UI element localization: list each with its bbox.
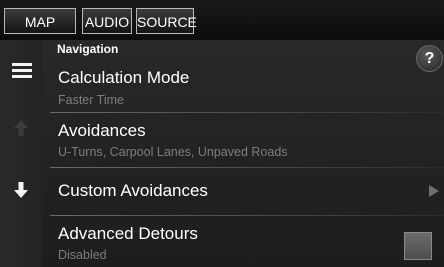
arrow-down-icon[interactable] — [11, 180, 31, 200]
menu-icon[interactable] — [12, 63, 32, 79]
arrow-up-icon — [14, 120, 28, 136]
chevron-right-icon — [429, 185, 439, 197]
section-title: Navigation — [57, 42, 119, 56]
item-value: Disabled — [58, 248, 107, 262]
list-item-avoidances[interactable]: Avoidances U-Turns, Carpool Lanes, Unpav… — [50, 113, 444, 167]
item-value: Faster Time — [58, 93, 124, 107]
item-label: Avoidances — [58, 121, 146, 140]
navigation-settings-screen: MAP AUDIO SOURCE Navigation ? Calculatio… — [0, 0, 444, 267]
top-tab-bar: MAP AUDIO SOURCE — [0, 0, 444, 40]
tab-map[interactable]: MAP — [4, 8, 76, 34]
tab-audio[interactable]: AUDIO — [82, 8, 132, 34]
item-label: Advanced Detours — [58, 224, 198, 243]
list-item-custom-avoidances[interactable]: Custom Avoidances — [50, 168, 444, 215]
list-item-advanced-detours[interactable]: Advanced Detours Disabled — [50, 216, 444, 267]
tab-source[interactable]: SOURCE — [136, 8, 197, 34]
item-label: Calculation Mode — [58, 68, 190, 87]
advanced-detours-checkbox[interactable] — [404, 232, 432, 260]
item-label: Custom Avoidances — [58, 181, 208, 200]
list-item-calculation-mode[interactable]: Calculation Mode Faster Time — [50, 60, 444, 112]
item-value: U-Turns, Carpool Lanes, Unpaved Roads — [58, 145, 288, 159]
